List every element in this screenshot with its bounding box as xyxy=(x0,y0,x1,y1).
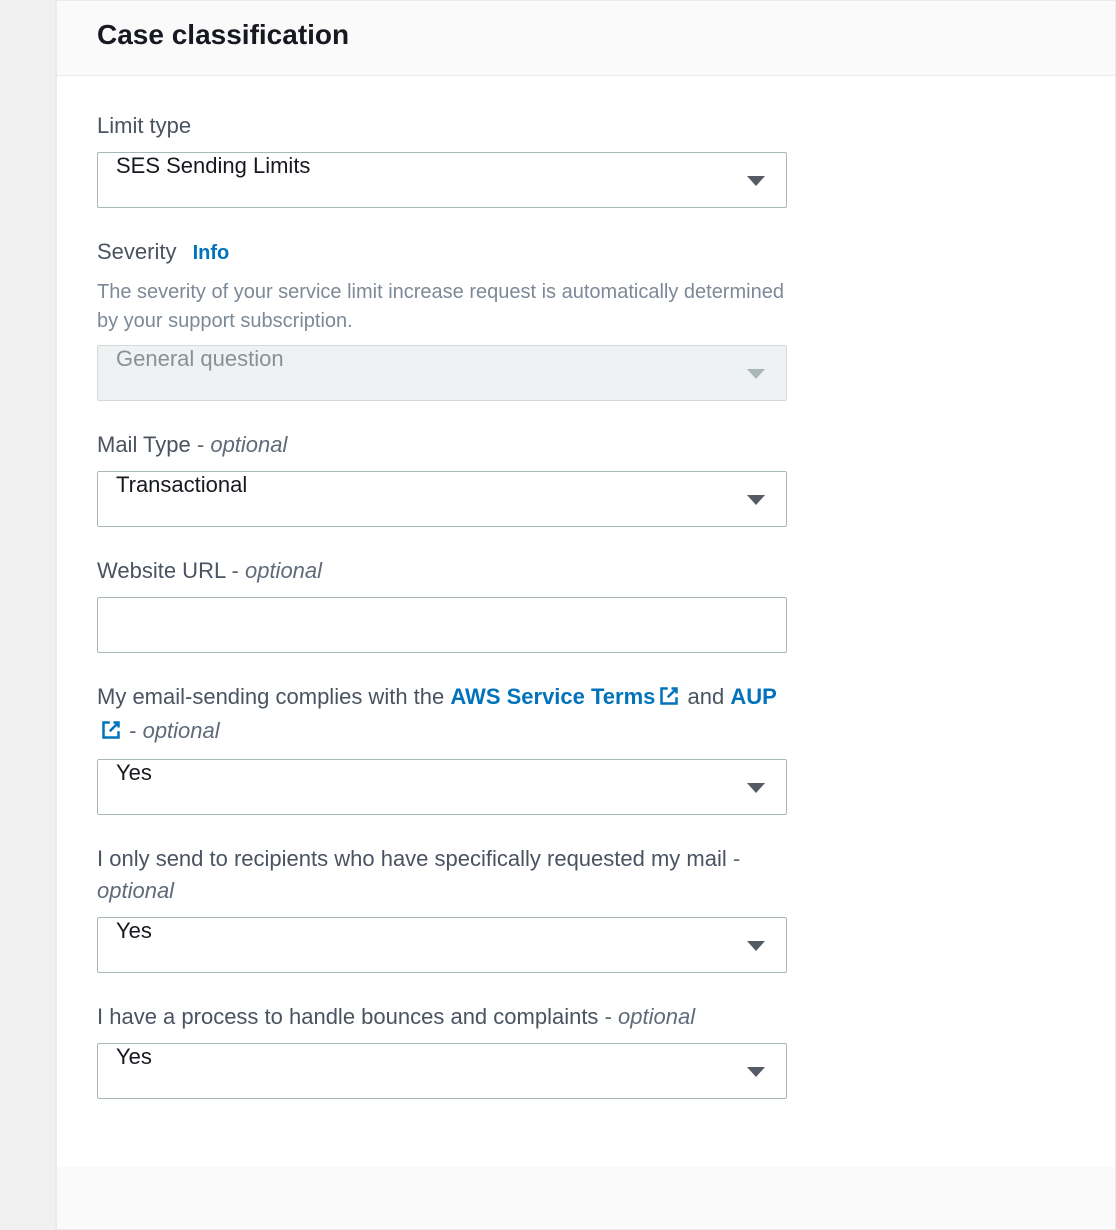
field-limit-type: Limit type SES Sending Limits xyxy=(97,110,787,208)
mail-type-select[interactable]: Transactional xyxy=(97,471,787,527)
external-link-icon xyxy=(101,717,121,749)
field-bounces: I have a process to handle bounces and c… xyxy=(97,1001,787,1099)
mail-type-optional: optional xyxy=(210,432,287,457)
bounces-optional: optional xyxy=(618,1004,695,1029)
bounces-label: I have a process to handle bounces and c… xyxy=(97,1004,598,1029)
mail-type-value: Transactional xyxy=(116,472,247,497)
recipients-value: Yes xyxy=(116,918,152,943)
field-website-url: Website URL - optional xyxy=(97,555,787,653)
compliance-prefix: My email-sending complies with the xyxy=(97,684,450,709)
severity-hint: The severity of your service limit incre… xyxy=(97,278,787,336)
severity-value: General question xyxy=(116,346,284,371)
severity-select: General question xyxy=(97,345,787,401)
bounces-select[interactable]: Yes xyxy=(97,1043,787,1099)
severity-label: Severity xyxy=(97,239,176,264)
severity-info-link[interactable]: Info xyxy=(193,242,230,264)
field-recipients: I only send to recipients who have speci… xyxy=(97,843,787,973)
section-header: Case classification xyxy=(57,1,1115,76)
caret-down-icon xyxy=(747,369,765,379)
bounces-value: Yes xyxy=(116,1044,152,1069)
recipients-label: I only send to recipients who have speci… xyxy=(97,846,727,871)
compliance-optional: optional xyxy=(143,718,220,743)
field-severity: Severity Info The severity of your servi… xyxy=(97,236,787,402)
case-classification-panel: Case classification Limit type SES Sendi… xyxy=(56,0,1116,1230)
limit-type-value: SES Sending Limits xyxy=(116,153,310,178)
website-url-label-row: Website URL - optional xyxy=(97,555,787,587)
compliance-value: Yes xyxy=(116,760,152,785)
website-url-label: Website URL xyxy=(97,558,225,583)
website-url-optional: optional xyxy=(245,558,322,583)
limit-type-select[interactable]: SES Sending Limits xyxy=(97,152,787,208)
bounces-label-row: I have a process to handle bounces and c… xyxy=(97,1001,787,1033)
compliance-mid: and xyxy=(681,684,730,709)
form-body: Limit type SES Sending Limits Severity I… xyxy=(57,76,1115,1167)
website-url-input[interactable] xyxy=(97,597,787,653)
limit-type-label: Limit type xyxy=(97,110,787,142)
external-link-icon xyxy=(659,683,679,715)
section-title: Case classification xyxy=(97,19,1075,51)
compliance-label-row: My email-sending complies with the AWS S… xyxy=(97,681,787,749)
recipients-select[interactable]: Yes xyxy=(97,917,787,973)
recipients-label-row: I only send to recipients who have speci… xyxy=(97,843,787,907)
mail-type-label: Mail Type xyxy=(97,432,191,457)
compliance-select[interactable]: Yes xyxy=(97,759,787,815)
recipients-optional: optional xyxy=(97,878,174,903)
field-mail-type: Mail Type - optional Transactional xyxy=(97,429,787,527)
sidebar-stub xyxy=(0,0,56,1230)
mail-type-label-row: Mail Type - optional xyxy=(97,429,787,461)
aws-service-terms-link[interactable]: AWS Service Terms xyxy=(450,684,681,709)
field-compliance: My email-sending complies with the AWS S… xyxy=(97,681,787,815)
severity-label-row: Severity Info xyxy=(97,236,787,268)
